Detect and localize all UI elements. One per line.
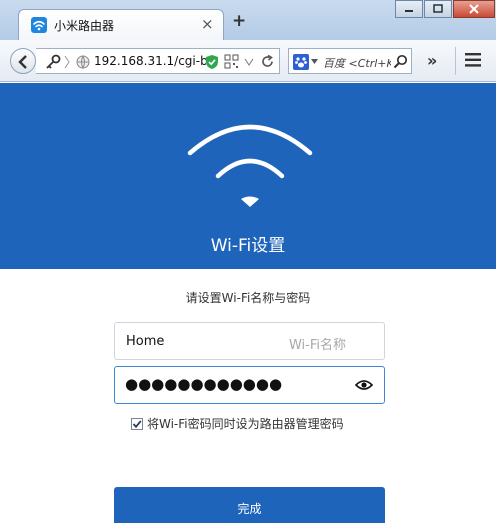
- tab-close-icon[interactable]: ×: [201, 15, 214, 33]
- chevron-right-icon: [64, 55, 70, 69]
- password-value[interactable]: ●●●●●●●●●●●●: [125, 375, 282, 393]
- back-button[interactable]: [10, 48, 36, 74]
- sync-admin-label[interactable]: 将Wi-Fi密码同时设为路由器管理密码: [147, 415, 344, 432]
- wifi-favicon-icon: [31, 17, 47, 33]
- password-field[interactable]: ●●●●●●●●●●●●: [114, 366, 385, 404]
- browser-titlebar: 小米路由器 × +: [0, 0, 496, 40]
- menu-icon[interactable]: [465, 53, 481, 67]
- search-bar[interactable]: 百度 <Ctrl+K>: [288, 48, 412, 74]
- overflow-chevron-icon[interactable]: »: [427, 51, 437, 70]
- wifi-signal-icon: [187, 124, 313, 207]
- dropdown-arrow-icon[interactable]: [244, 57, 254, 67]
- baidu-paw-icon[interactable]: [293, 54, 309, 70]
- ssid-field[interactable]: Home Wi-Fi名称: [114, 322, 385, 360]
- globe-icon: [76, 55, 90, 69]
- wifi-form: 请设置Wi-Fi名称与密码 Home Wi-Fi名称 ●●●●●●●●●●●● …: [0, 269, 496, 523]
- sync-admin-checkbox[interactable]: [131, 417, 143, 430]
- wifi-header: Wi-Fi设置: [0, 83, 496, 269]
- ssid-value[interactable]: Home: [126, 334, 164, 349]
- toolbar-divider: [455, 47, 456, 75]
- new-tab-button[interactable]: +: [232, 13, 246, 30]
- form-prompt: 请设置Wi-Fi名称与密码: [185, 291, 311, 305]
- shield-check-icon[interactable]: [205, 54, 219, 70]
- browser-navbar: 192.168.31.1/cgi-b 百度 <Ctrl+K>: [0, 40, 496, 82]
- finish-button-label: 完成: [237, 502, 262, 516]
- ssid-placeholder: Wi-Fi名称: [288, 338, 346, 353]
- checkmark-icon: [132, 419, 142, 428]
- reload-icon[interactable]: [260, 54, 275, 69]
- back-arrow-icon: [18, 55, 27, 69]
- search-icon[interactable]: [393, 54, 408, 69]
- search-placeholder[interactable]: 百度 <Ctrl+K>: [323, 55, 391, 71]
- minimize-button[interactable]: [395, 0, 423, 18]
- tab-title: 小米路由器: [54, 19, 115, 33]
- address-bar[interactable]: 192.168.31.1/cgi-b: [36, 48, 280, 74]
- key-icon[interactable]: [44, 53, 62, 71]
- finish-button[interactable]: 完成: [114, 487, 385, 523]
- url-text[interactable]: 192.168.31.1/cgi-b: [94, 54, 206, 68]
- qr-code-icon[interactable]: [224, 54, 239, 69]
- page-title: Wi-Fi设置: [210, 236, 286, 256]
- sync-admin-password-option[interactable]: 将Wi-Fi密码同时设为路由器管理密码: [131, 415, 344, 432]
- engine-dropdown-icon[interactable]: [311, 59, 318, 65]
- eye-icon[interactable]: [355, 379, 373, 391]
- window-controls: [395, 0, 496, 18]
- browser-tab[interactable]: 小米路由器 ×: [18, 9, 224, 40]
- maximize-button[interactable]: [424, 0, 452, 18]
- close-window-button[interactable]: [453, 0, 495, 18]
